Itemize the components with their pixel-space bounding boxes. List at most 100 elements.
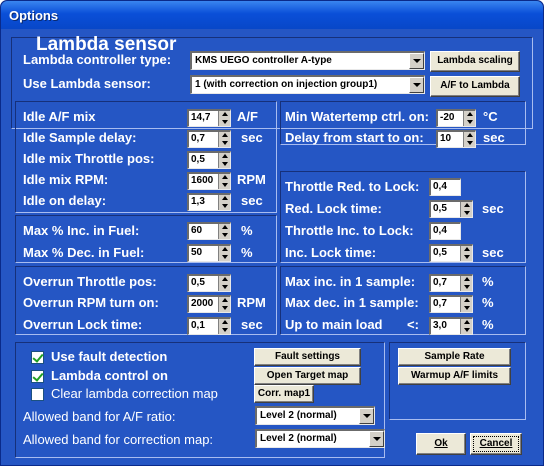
overrun-rpm-label: Overrun RPM turn on: [23,295,159,310]
lambda-controller-select[interactable]: KMS UEGO controller A-type [190,51,425,70]
inc-lock-time-unit: sec [482,245,504,260]
red-lock-time-spinner[interactable]: 0,5 [429,200,473,218]
spin-arrows-icon[interactable] [218,319,230,334]
throttle-inc-label: Throttle Inc. to Lock: [285,223,414,238]
max-inc-sample-unit: % [482,274,494,289]
clear-map-label[interactable]: Clear lambda correction map [51,386,218,401]
chevron-down-icon[interactable] [409,77,424,93]
spin-arrows-icon[interactable] [218,224,230,239]
max-inc-fuel-spinner[interactable]: 60 [187,222,231,240]
clear-map-checkbox[interactable] [31,388,44,401]
band-af-label: Allowed band for A/F ratio: [23,409,176,424]
af-to-lambda-button[interactable]: A/F to Lambda [430,76,520,97]
band-af-select[interactable]: Level 2 (normal) [255,406,375,425]
idle-on-delay-label: Idle on delay: [23,193,107,208]
idle-rpm-unit: RPM [237,172,266,187]
band-corr-select[interactable]: Level 2 (normal) [255,429,385,448]
spin-arrows-icon[interactable] [460,319,472,334]
idle-af-mix-label: Idle A/F mix [23,109,96,124]
max-dec-sample-unit: % [482,295,494,310]
spin-arrows-icon[interactable] [218,297,230,312]
lambda-controller-label: Lambda controller type: [23,52,172,67]
use-lambda-sensor-label: Use Lambda sensor: [23,76,151,91]
main-load-unit: % [482,317,494,332]
fault-settings-button[interactable]: Fault settings [254,348,361,366]
use-lambda-sensor-select[interactable]: 1 (with correction on injection group1) [190,75,425,94]
overrun-lock-label: Overrun Lock time: [23,317,143,332]
chevron-down-icon[interactable] [409,53,424,69]
spin-arrows-icon[interactable] [218,195,230,210]
spin-arrows-icon[interactable] [460,246,472,261]
idle-on-delay-unit: sec [241,193,263,208]
max-dec-sample-label: Max dec. in 1 sample: [285,295,419,310]
lambda-control-label[interactable]: Lambda control on [51,368,168,383]
max-dec-fuel-label: Max % Dec. in Fuel: [23,245,145,260]
delay-start-spinner[interactable]: 10 [436,130,476,148]
sample-rate-button[interactable]: Sample Rate [398,348,511,366]
fault-detection-label[interactable]: Use fault detection [51,349,167,364]
corr-map1-button[interactable]: Corr. map1 [254,385,314,403]
spin-arrows-icon[interactable] [463,132,475,147]
min-watertemp-label: Min Watertemp ctrl. on: [285,109,429,124]
band-corr-label: Allowed band for correction map: [23,432,214,447]
spin-arrows-icon[interactable] [460,276,472,291]
min-watertemp-spinner[interactable]: -20 [436,109,476,127]
idle-sample-delay-label: Idle Sample delay: [23,130,137,145]
cancel-button[interactable]: Cancel [470,433,522,455]
max-inc-fuel-label: Max % Inc. in Fuel: [23,223,140,238]
max-inc-sample-spinner[interactable]: 0,7 [429,274,473,292]
chevron-down-icon[interactable] [369,431,384,447]
spin-arrows-icon[interactable] [218,153,230,168]
overrun-rpm-spinner[interactable]: 2000 [187,295,231,313]
main-load-op: <: [407,317,419,332]
spin-arrows-icon[interactable] [463,111,475,126]
window-title: Options [9,8,59,23]
idle-rpm-spinner[interactable]: 1600 [187,172,231,190]
lambda-control-checkbox[interactable] [31,370,44,383]
idle-rpm-label: Idle mix RPM: [23,172,109,187]
overrun-lock-unit: sec [241,317,263,332]
spin-arrows-icon[interactable] [218,174,230,189]
chevron-down-icon[interactable] [359,408,374,424]
delay-start-unit: sec [483,130,505,145]
idle-sample-delay-unit: sec [241,130,263,145]
max-dec-sample-spinner[interactable]: 0,7 [429,295,473,313]
ok-button[interactable]: Ok [416,433,466,455]
open-target-map-button[interactable]: Open Target map [254,367,361,385]
idle-on-delay-spinner[interactable]: 1,3 [187,193,231,211]
inc-lock-time-spinner[interactable]: 0,5 [429,244,473,262]
spin-arrows-icon[interactable] [218,246,230,261]
main-load-label: Up to main load [285,317,383,332]
title-bar[interactable]: Options [1,1,543,29]
max-dec-fuel-spinner[interactable]: 50 [187,244,231,262]
max-dec-fuel-unit: % [241,245,253,260]
idle-throttle-pos-label: Idle mix Throttle pos: [23,151,155,166]
spin-arrows-icon[interactable] [218,132,230,147]
warmup-af-limits-button[interactable]: Warmup A/F limits [398,367,511,385]
idle-sample-delay-spinner[interactable]: 0,7 [187,130,231,148]
overrun-lock-spinner[interactable]: 0,1 [187,317,231,335]
idle-af-mix-unit: A/F [237,109,258,124]
overrun-throttle-label: Overrun Throttle pos: [23,274,157,289]
options-window: Options Lambda sensor Lambda controller … [0,0,544,466]
min-watertemp-unit: °C [483,109,498,124]
overrun-throttle-spinner[interactable]: 0,5 [187,274,231,292]
max-inc-fuel-unit: % [241,223,253,238]
red-lock-time-label: Red. Lock time: [285,201,382,216]
spin-arrows-icon[interactable] [460,297,472,312]
red-lock-time-unit: sec [482,201,504,216]
max-inc-sample-label: Max inc. in 1 sample: [285,274,416,289]
fault-detection-checkbox[interactable] [31,351,44,364]
overrun-rpm-unit: RPM [237,295,266,310]
throttle-red-spinner[interactable]: 0,4 [429,178,461,196]
lambda-scaling-button[interactable]: Lambda scaling [430,51,520,72]
inc-lock-time-label: Inc. Lock time: [285,245,377,260]
main-load-spinner[interactable]: 3,0 [429,317,473,335]
idle-throttle-pos-spinner[interactable]: 0,5 [187,151,231,169]
spin-arrows-icon[interactable] [218,276,230,291]
idle-af-mix-spinner[interactable]: 14,7 [187,109,231,127]
throttle-red-label: Throttle Red. to Lock: [285,179,420,194]
spin-arrows-icon[interactable] [218,111,230,126]
spin-arrows-icon[interactable] [460,202,472,217]
throttle-inc-spinner[interactable]: 0,4 [429,222,461,240]
